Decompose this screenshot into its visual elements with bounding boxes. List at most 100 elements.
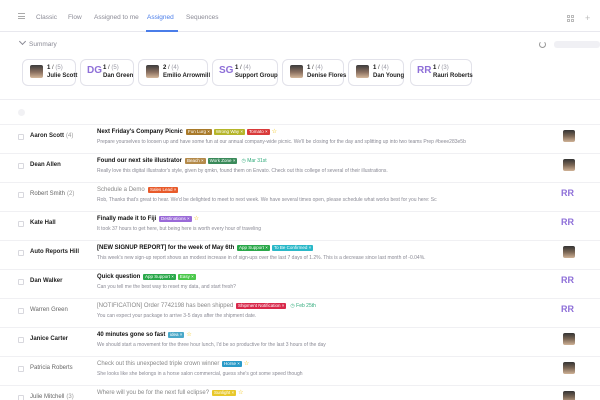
- assignee-avatar[interactable]: RR: [561, 188, 574, 200]
- conversation-row[interactable]: Aaron Scott (4) Next Friday's Company Picn…: [0, 124, 600, 153]
- row-tags: Sales Lead ×: [148, 187, 180, 193]
- conversation-row[interactable]: Dean Allen Found our next site illustrato…: [0, 153, 600, 182]
- tag-chip[interactable]: Destinations ×: [159, 216, 192, 222]
- summary-card[interactable]: RR 1 / (3) Rauri Roberts: [410, 59, 473, 86]
- row-checkbox[interactable]: [18, 395, 24, 400]
- row-checkbox[interactable]: [18, 221, 24, 227]
- summary-card-name: Rauri Roberts: [433, 73, 473, 79]
- chevron-down-icon: [18, 37, 27, 46]
- star-icon[interactable]: ☆: [272, 129, 277, 135]
- tag-chip[interactable]: Sales Lead ×: [148, 187, 179, 193]
- row-subject[interactable]: [NEW SIGNUP REPORT] for the week of May …: [97, 245, 234, 251]
- conversation-row[interactable]: Kate Hall Finally made it to Fiji Destinat…: [0, 211, 600, 240]
- summary-card[interactable]: DG 1 / (5) Dan Green: [80, 59, 134, 86]
- row-tags: Destinations × ☆: [159, 216, 199, 222]
- row-checkbox[interactable]: [18, 337, 24, 343]
- conversation-row[interactable]: Patricia Roberts Check out this unexpecte…: [0, 356, 600, 385]
- tag-chip[interactable]: Fun Lurg ×: [186, 129, 212, 135]
- grid-view-icon[interactable]: [567, 15, 574, 22]
- tab-flow[interactable]: Flow: [68, 14, 82, 21]
- tag-chip[interactable]: Horse ×: [222, 361, 242, 367]
- conversation-row[interactable]: Auto Reports Hill [NEW SIGNUP REPORT] for…: [0, 240, 600, 269]
- tag-chip[interactable]: Tomato ×: [247, 129, 270, 135]
- tag-chip[interactable]: App Support ×: [143, 274, 176, 280]
- add-icon[interactable]: +: [585, 13, 590, 23]
- row-subject[interactable]: 40 minutes gone so fast: [97, 332, 165, 338]
- row-tags: Horse × ☆: [222, 361, 249, 367]
- summary-search-input[interactable]: [554, 41, 600, 48]
- row-sender: Aaron Scott (4): [30, 133, 73, 139]
- avatar: SG: [219, 65, 234, 76]
- avatar: [290, 65, 303, 78]
- tag-chip[interactable]: idea ×: [168, 332, 185, 338]
- row-subject[interactable]: [NOTIFICATION] Order 7742198 has been sh…: [97, 303, 233, 309]
- conversation-row[interactable]: Warren Green [NOTIFICATION] Order 7742198…: [0, 298, 600, 327]
- tab-assigned-to-me[interactable]: Assigned to me: [94, 14, 139, 21]
- sender-name: Aaron Scott: [30, 133, 65, 139]
- conversation-row[interactable]: Janice Carter 40 minutes gone so fast idea…: [0, 327, 600, 356]
- sender-name: Janice Carter: [30, 336, 69, 342]
- star-icon[interactable]: ☆: [186, 332, 191, 338]
- row-checkbox[interactable]: [18, 134, 24, 140]
- refresh-icon[interactable]: [539, 41, 546, 48]
- assignee-avatar[interactable]: RR: [561, 304, 574, 316]
- row-sender: Warren Green: [30, 307, 68, 313]
- row-checkbox[interactable]: [18, 279, 24, 285]
- tag-chip[interactable]: Beach ×: [185, 158, 206, 164]
- row-checkbox[interactable]: [18, 250, 24, 256]
- row-subject[interactable]: Check out this unexpected triple crown w…: [97, 361, 219, 367]
- conversation-row[interactable]: Robert Smith (2) Schedule a Demo Sales Lead…: [0, 182, 600, 211]
- row-subject[interactable]: Found our next site illustrator: [97, 158, 182, 164]
- row-sender: Kate Hall: [30, 220, 56, 226]
- summary-card[interactable]: 1 / (5) Julie Scott: [22, 59, 77, 86]
- tag-chip[interactable]: Easy ×: [177, 274, 196, 280]
- top-tab-bar: Classic Flow Assigned to me Assigned Seq…: [0, 0, 600, 32]
- assignee-avatar[interactable]: [563, 159, 575, 171]
- row-subject[interactable]: Next Friday's Company Picnic: [97, 129, 183, 135]
- assignee-avatar[interactable]: [563, 362, 575, 374]
- row-checkbox[interactable]: [18, 163, 24, 169]
- row-tags: App Support × Easy ×: [143, 274, 198, 280]
- tag-chip[interactable]: Wrong Way ×: [213, 129, 246, 135]
- tab-classic[interactable]: Classic: [36, 14, 57, 21]
- row-subject[interactable]: Where will you be for the next full ecli…: [97, 390, 209, 396]
- menu-icon[interactable]: [18, 13, 25, 19]
- star-icon[interactable]: ☆: [194, 216, 199, 222]
- tag-chip[interactable]: App Support ×: [237, 245, 270, 251]
- star-icon[interactable]: ☆: [238, 390, 243, 396]
- sender-name: Robert Smith: [30, 191, 66, 197]
- row-subject[interactable]: Quick question: [97, 274, 140, 280]
- tab-assigned[interactable]: Assigned: [147, 14, 174, 21]
- row-subject[interactable]: Finally made it to Fiji: [97, 216, 156, 222]
- tab-sequences[interactable]: Sequences: [186, 14, 219, 21]
- tag-chip[interactable]: Sunlight ×: [212, 390, 237, 396]
- row-sender: Auto Reports Hill: [30, 249, 79, 255]
- tag-chip[interactable]: Shipment Notification ×: [236, 303, 287, 309]
- assignee-avatar[interactable]: [563, 391, 575, 400]
- summary-toggle[interactable]: Summary: [18, 37, 57, 48]
- row-checkbox[interactable]: [18, 366, 24, 372]
- assignee-avatar[interactable]: [563, 333, 575, 345]
- summary-card[interactable]: 1 / (4) Dan Young: [348, 59, 404, 86]
- row-checkbox[interactable]: [18, 308, 24, 314]
- tag-chip[interactable]: Work Zone ×: [207, 158, 238, 164]
- assignee-avatar[interactable]: [563, 130, 575, 142]
- row-preview: We should start a movement for the three…: [97, 342, 326, 348]
- summary-card[interactable]: 2 / (4) Emilio Arrowmill: [138, 59, 210, 86]
- row-sender: Robert Smith (2): [30, 191, 74, 197]
- assignee-avatar[interactable]: RR: [561, 275, 574, 287]
- select-all-checkbox[interactable]: [18, 109, 25, 116]
- summary-card[interactable]: SG 1 / (4) Support Group: [212, 59, 278, 86]
- divider: [0, 99, 600, 100]
- tag-chip[interactable]: To Be Confirmed ×: [271, 245, 314, 251]
- assignee-avatar[interactable]: [563, 246, 575, 258]
- row-subject[interactable]: Schedule a Demo: [97, 187, 145, 193]
- conversation-row[interactable]: Dan Walker Quick question App Support × Eas…: [0, 269, 600, 298]
- row-checkbox[interactable]: [18, 192, 24, 198]
- thread-count: (3): [66, 394, 74, 400]
- assignee-avatar[interactable]: RR: [561, 217, 574, 229]
- row-tags: App Support × To Be Confirmed ×: [237, 245, 315, 251]
- conversation-row[interactable]: Julie Mitchell (3) Where will you be for t…: [0, 385, 600, 400]
- summary-card[interactable]: 1 / (4) Denise Flores: [282, 59, 346, 86]
- star-icon[interactable]: ☆: [244, 361, 249, 367]
